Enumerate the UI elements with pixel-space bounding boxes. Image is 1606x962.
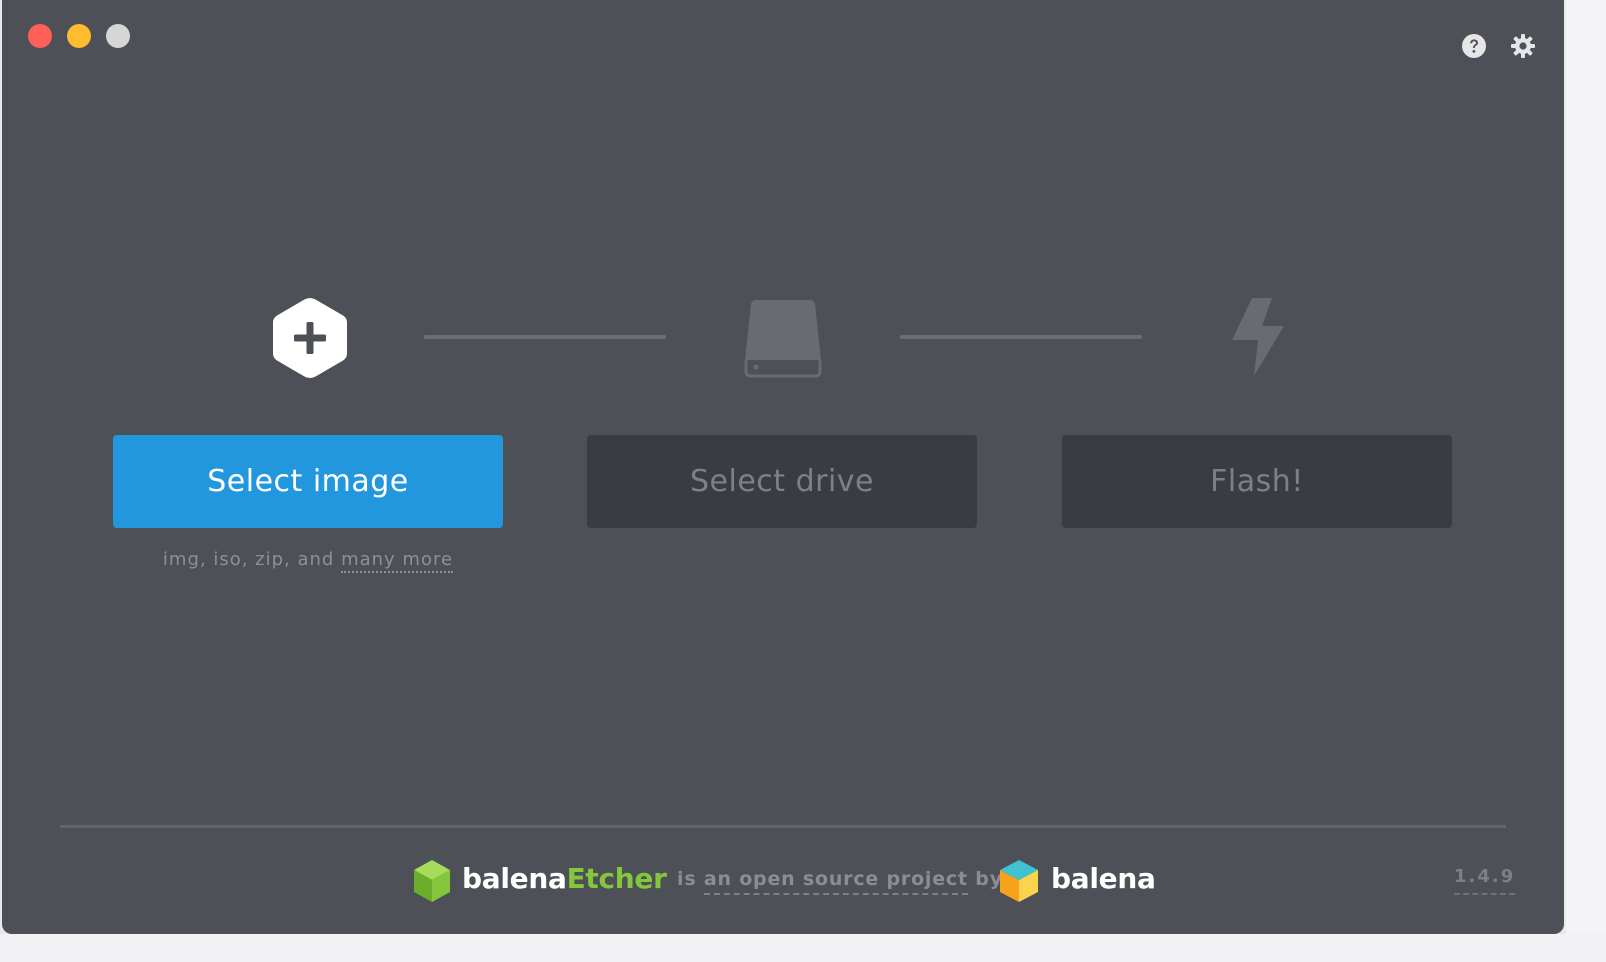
lightning-bolt-icon xyxy=(1232,298,1284,376)
flash-button[interactable]: Flash! xyxy=(1062,435,1452,528)
etcher-wordmark[interactable]: balenaEtcher xyxy=(462,862,667,895)
etcher-window: Select image Select drive Flash! img, is… xyxy=(2,0,1564,934)
footer-tagline: is an open source project by xyxy=(677,868,1003,895)
balena-wordmark[interactable]: balena xyxy=(1051,862,1156,895)
minimize-window-button[interactable] xyxy=(67,24,91,48)
step-connector xyxy=(900,335,1142,339)
close-window-button[interactable] xyxy=(28,24,52,48)
open-source-project-link[interactable]: an open source project xyxy=(703,868,968,895)
select-image-button[interactable]: Select image xyxy=(113,435,503,528)
maximize-window-button[interactable] xyxy=(106,24,130,48)
footer-divider xyxy=(60,825,1506,828)
desktop-background-bottom xyxy=(0,934,1606,962)
balena-logo-icon[interactable] xyxy=(998,858,1040,904)
step-connector xyxy=(424,335,666,339)
version-label[interactable]: 1.4.9 xyxy=(1454,866,1516,895)
select-drive-button[interactable]: Select drive xyxy=(587,435,977,528)
many-more-formats-link[interactable]: many more xyxy=(341,549,454,573)
supported-formats-text: img, iso, zip, and xyxy=(162,549,342,570)
desktop-background xyxy=(1566,0,1606,962)
supported-formats-note: img, iso, zip, and many more xyxy=(113,549,503,573)
drive-icon xyxy=(744,300,822,378)
help-icon[interactable] xyxy=(1461,33,1487,59)
etcher-wordmark-balena: balena xyxy=(462,862,567,895)
hexagon-plus-icon[interactable] xyxy=(270,296,350,380)
etcher-wordmark-etcher: Etcher xyxy=(566,862,667,895)
tagline-prefix: is xyxy=(677,868,704,890)
gear-icon[interactable] xyxy=(1510,33,1536,59)
etcher-logo-icon[interactable] xyxy=(412,858,452,904)
